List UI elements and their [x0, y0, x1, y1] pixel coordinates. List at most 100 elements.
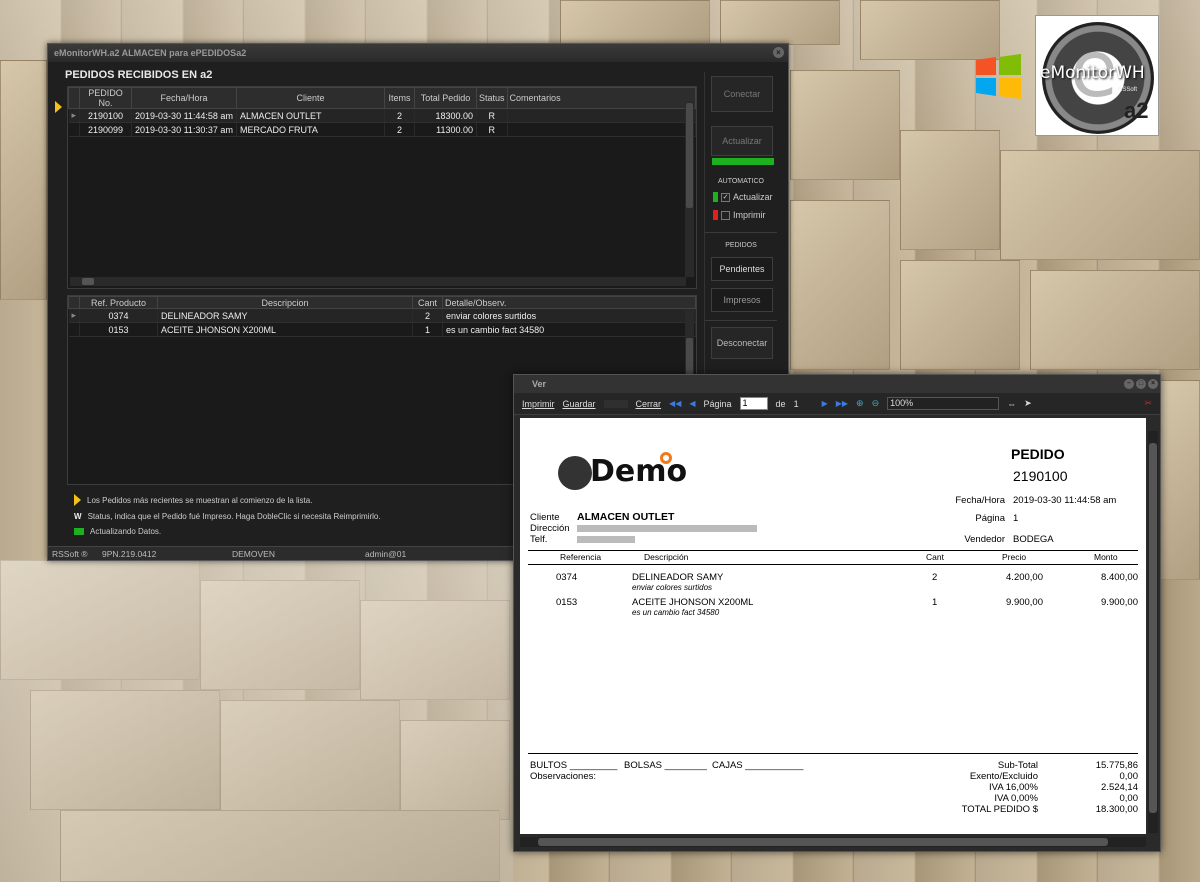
cell-ref: 0153 — [79, 322, 159, 337]
total-value: 0,00 — [1119, 771, 1139, 782]
col-ref-producto[interactable]: Ref. Producto — [79, 296, 159, 309]
col-precio: Precio — [1002, 552, 1027, 562]
telf-redacted — [577, 536, 635, 543]
orders-hscroll[interactable] — [70, 277, 686, 286]
main-window-title: eMonitorWH.a2 ALMACEN para ePEDIDOSa2 — [54, 48, 247, 58]
zoom-select[interactable]: 100% — [887, 397, 1000, 410]
cell-comentarios — [507, 108, 697, 123]
page-input[interactable]: 1 — [739, 397, 768, 410]
ver-hscroll[interactable] — [520, 837, 1146, 847]
col-fecha[interactable]: Fecha/Hora — [131, 87, 238, 109]
line-cant: 1 — [932, 597, 938, 608]
cliente-label: Cliente — [530, 512, 560, 523]
page-title: PEDIDOS RECIBIDOS EN a2 — [65, 69, 213, 81]
minimize-icon[interactable]: – — [1124, 379, 1134, 389]
direccion-label: Dirección — [530, 523, 570, 534]
pedidos-label: PEDIDOS — [725, 242, 757, 249]
col-status[interactable]: Status — [476, 87, 508, 109]
col-descripcion-doc: Descripción — [644, 552, 689, 562]
line-cant: 2 — [932, 572, 938, 583]
impresos-button[interactable]: Impresos — [711, 288, 773, 312]
logo-brand: eMonitorWH — [1040, 63, 1145, 83]
total-value: 15.775,86 — [1095, 760, 1138, 771]
status-company: DEMOVEN — [232, 549, 275, 559]
ver-titlebar[interactable]: Ver – □ × — [514, 375, 1160, 393]
table-row[interactable]: ▸ 2190100 2019-03-30 11:44:58 am ALMACEN… — [68, 108, 697, 123]
line-note: es un cambio fact 34580 — [632, 608, 720, 617]
maximize-icon[interactable]: □ — [1136, 379, 1146, 389]
row-selector-icon[interactable]: ▸ — [68, 308, 81, 323]
total-label: IVA 16,00% — [989, 782, 1038, 793]
demo-logo-text: Demo — [590, 454, 688, 489]
cell-fecha: 2019-03-30 11:30:37 am — [131, 122, 238, 137]
imprimir-button[interactable]: Imprimir — [522, 399, 555, 409]
cerrar-button[interactable]: Cerrar — [636, 399, 662, 409]
total-label: Sub-Total — [997, 760, 1038, 771]
pagina-doc-value: 1 — [1013, 513, 1019, 524]
col-cliente[interactable]: Cliente — [236, 87, 386, 109]
actualizar-button[interactable]: Actualizar — [711, 126, 773, 156]
main-titlebar[interactable]: eMonitorWH.a2 ALMACEN para ePEDIDOSa2 × — [48, 44, 788, 62]
next-page-icon[interactable]: ▶ — [822, 399, 828, 408]
cell-cant: 1 — [412, 322, 444, 337]
details-header-row: Ref. Producto Descripcion Cant Detalle/O… — [67, 296, 696, 309]
guardar-button[interactable]: Guardar — [563, 399, 596, 409]
ver-vscroll[interactable] — [1148, 431, 1158, 833]
row-selector[interactable] — [68, 122, 81, 137]
col-comentarios[interactable]: Comentarios — [506, 87, 697, 109]
first-page-icon[interactable]: ◀◀ — [669, 399, 681, 408]
col-cant[interactable]: Cant — [412, 296, 444, 309]
row-indicator-header — [67, 87, 81, 109]
current-row-arrow-icon — [55, 101, 62, 113]
col-pedido[interactable]: PEDIDO No. — [79, 87, 133, 109]
table-row[interactable]: 2190099 2019-03-30 11:30:37 am MERCADO F… — [68, 122, 697, 137]
pendientes-button[interactable]: Pendientes — [711, 257, 773, 281]
conectar-button[interactable]: Conectar — [711, 76, 773, 112]
line-precio: 4.200,00 — [1006, 572, 1043, 583]
fit-width-icon[interactable]: ⇔ — [1007, 399, 1016, 409]
doc-title: PEDIDO — [1011, 446, 1065, 462]
pagina-label: Página — [703, 398, 732, 409]
zoom-out-icon[interactable]: ⊖ — [872, 398, 880, 409]
close-icon[interactable]: × — [1148, 379, 1158, 389]
row-selector-icon[interactable]: ▸ — [68, 108, 81, 123]
desconectar-button[interactable]: Desconectar — [711, 327, 773, 359]
auto-imprimir-checkbox[interactable]: Imprimir — [713, 210, 766, 220]
col-cant-doc: Cant — [926, 552, 944, 562]
cell-total: 18300.00 — [414, 108, 478, 123]
table-row[interactable]: ▸ 0374 DELINEADOR SAMY 2 enviar colores … — [68, 308, 696, 323]
legend-recent: Los Pedidos más recientes se muestran al… — [74, 494, 312, 506]
col-descripcion[interactable]: Descripcion — [157, 296, 414, 309]
fecha-label: Fecha/Hora — [955, 495, 1005, 506]
pointer-icon[interactable]: ➤ — [1024, 398, 1032, 409]
table-row[interactable]: 0153 ACEITE JHONSON X200ML 1 es un cambi… — [68, 322, 696, 337]
col-items[interactable]: Items — [384, 87, 416, 109]
col-detalle[interactable]: Detalle/Observ. — [442, 296, 696, 309]
exit-icon[interactable]: ✂ — [1144, 398, 1152, 409]
total-value: 18.300,00 — [1095, 804, 1138, 815]
line-ref: 0153 — [556, 597, 578, 608]
line-desc: ACEITE JHONSON X200ML — [632, 597, 754, 608]
close-icon[interactable]: × — [773, 47, 784, 58]
cell-pedido: 2190100 — [79, 108, 133, 123]
zoom-in-icon[interactable]: ⊕ — [856, 398, 864, 409]
auto-actualizar-checkbox[interactable]: ✓ Actualizar — [713, 192, 773, 202]
ver-window: Ver – □ × Imprimir Guardar Cerrar ◀◀ ◀ P… — [513, 374, 1161, 852]
col-total[interactable]: Total Pedido — [414, 87, 478, 109]
prev-page-icon[interactable]: ◀ — [689, 399, 695, 408]
check-icon: ✓ — [721, 192, 730, 202]
orders-vscroll[interactable] — [685, 101, 694, 277]
cell-status: R — [476, 122, 508, 137]
automatico-label: AUTOMATICO — [717, 178, 765, 185]
total-pages: 1 — [793, 398, 799, 409]
cell-items: 2 — [384, 108, 416, 123]
last-page-icon[interactable]: ▶▶ — [836, 399, 848, 408]
cell-ref: 0374 — [79, 308, 159, 323]
cell-desc: DELINEADOR SAMY — [157, 308, 414, 323]
bultos-label: BULTOS _________ — [530, 760, 618, 771]
cliente-value: ALMACEN OUTLET — [577, 511, 675, 523]
vendedor-value: BODEGA — [1013, 534, 1054, 545]
col-referencia: Referencia — [560, 552, 602, 562]
row-selector[interactable] — [68, 322, 81, 337]
orders-header-row: PEDIDO No. Fecha/Hora Cliente Items Tota… — [67, 87, 697, 109]
